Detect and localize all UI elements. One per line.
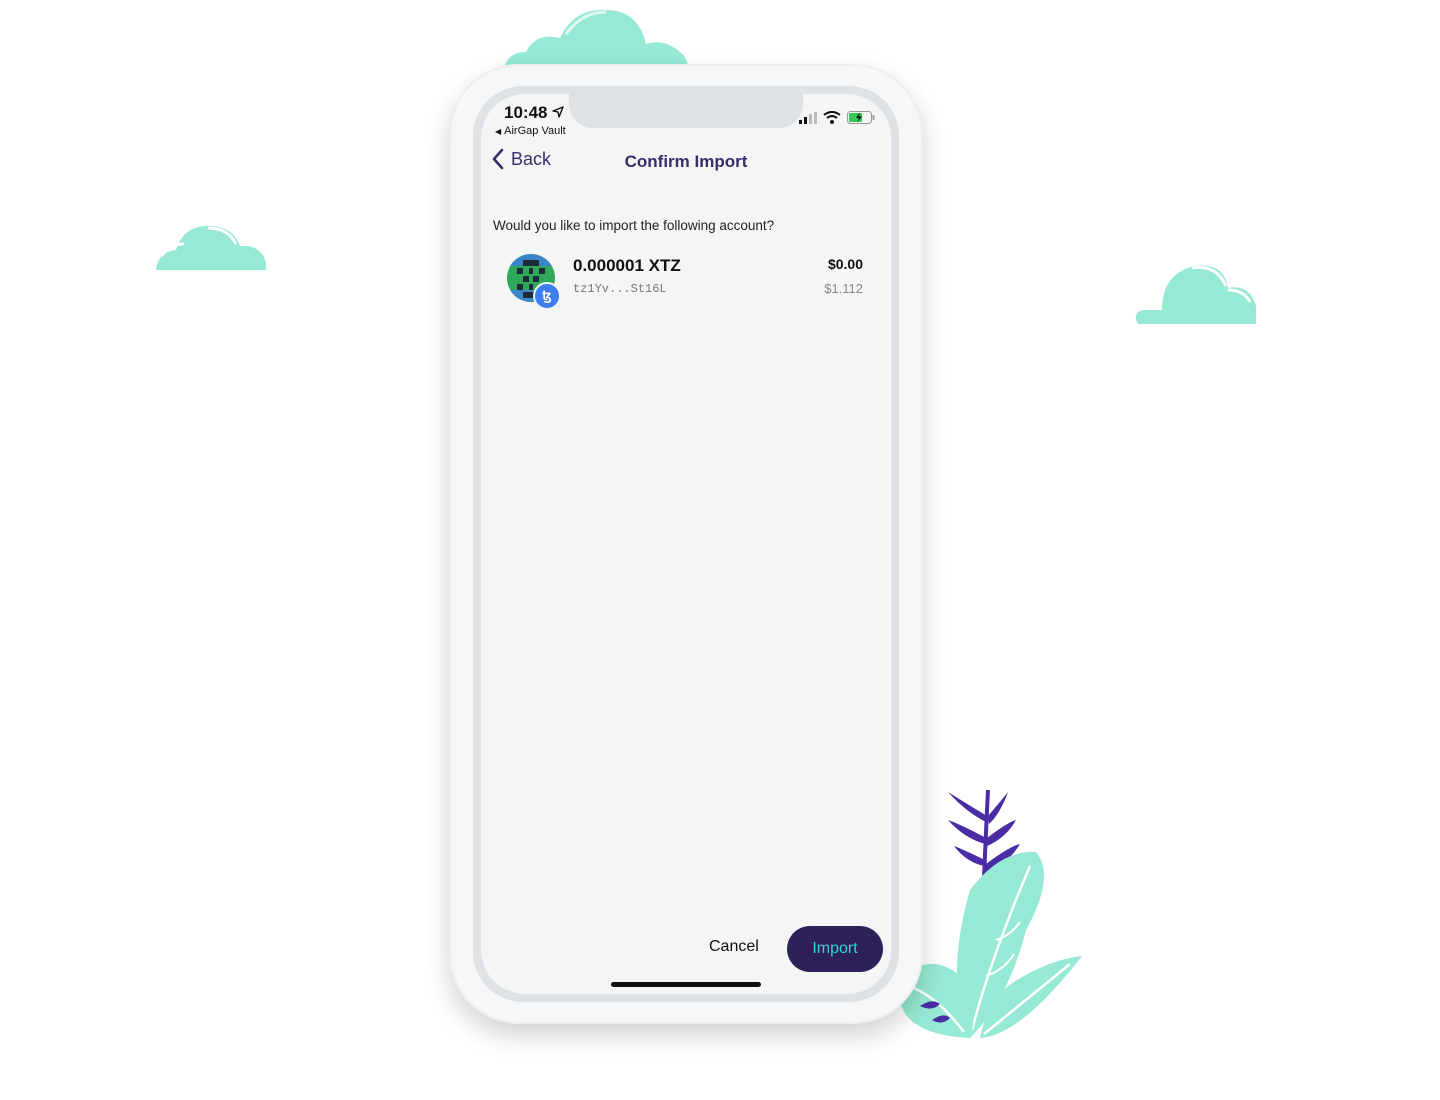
token-price: $1.112 <box>824 281 863 296</box>
cloud-left-illustration <box>156 225 266 270</box>
back-triangle-icon: ◀ <box>495 127 502 136</box>
home-indicator <box>611 982 761 987</box>
stage: 10:48 ◀ AirGap Vault Back Confirm Import… <box>0 0 1440 1100</box>
page-title: Confirm Import <box>624 152 748 171</box>
return-to-app-link[interactable]: ◀ AirGap Vault <box>495 125 566 137</box>
battery-charging-icon <box>847 111 875 124</box>
app-screen: 10:48 ◀ AirGap Vault Back Confirm Import… <box>481 94 891 994</box>
return-app-name: AirGap Vault <box>504 125 566 137</box>
account-address: tz1Yv...St16L <box>573 282 667 296</box>
status-time: 10:48 <box>504 103 548 122</box>
status-icons <box>799 111 875 124</box>
account-item[interactable]: ꜩ 0.000001 XTZ tz1Yv...St16L $0.00 $1.11… <box>507 248 865 310</box>
cloud-right-illustration <box>1135 265 1256 324</box>
phone-notch <box>569 94 803 128</box>
import-question: Would you like to import the following a… <box>493 218 775 233</box>
import-button[interactable]: Import <box>787 926 883 972</box>
phone-bezel: 10:48 ◀ AirGap Vault Back Confirm Import… <box>473 86 899 1002</box>
cloud-top-illustration <box>504 9 688 68</box>
wifi-icon <box>823 111 841 124</box>
tezos-icon: ꜩ <box>533 282 561 310</box>
account-fiat-value: $0.00 <box>827 256 863 272</box>
location-arrow-icon <box>552 106 564 118</box>
account-amount: 0.000001 XTZ <box>573 256 681 275</box>
phone-frame: 10:48 ◀ AirGap Vault Back Confirm Import… <box>449 64 923 1024</box>
cellular-signal-icon <box>799 111 817 124</box>
cancel-button[interactable]: Cancel <box>701 932 767 962</box>
